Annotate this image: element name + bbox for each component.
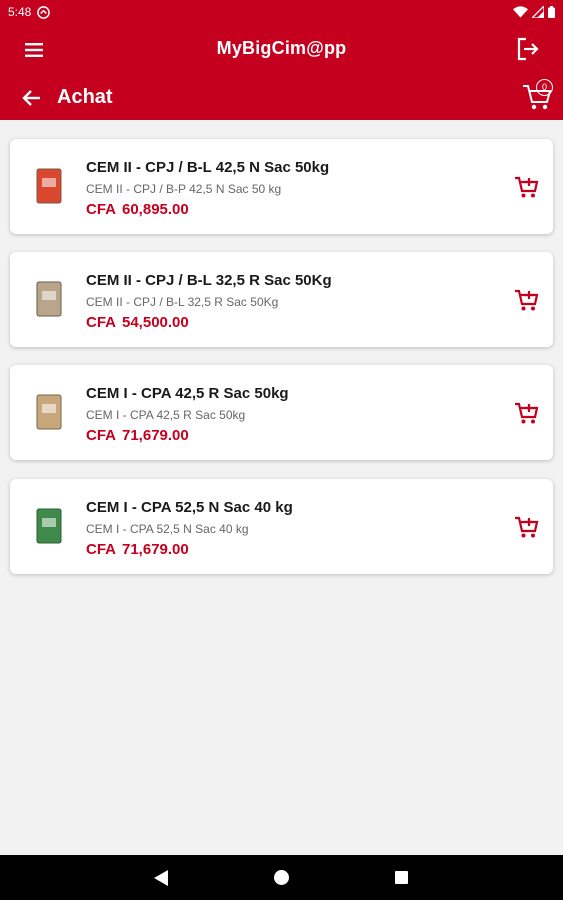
add-to-cart-icon[interactable] xyxy=(514,288,540,312)
back-arrow-icon[interactable] xyxy=(20,86,44,110)
product-card[interactable]: CEM II - CPJ / B-L 42,5 N Sac 50kg CEM I… xyxy=(10,139,553,234)
nav-recents-icon[interactable] xyxy=(395,871,408,884)
product-name: CEM II - CPJ / B-L 32,5 R Sac 50Kg xyxy=(86,272,332,289)
status-bar: 5:48 xyxy=(0,0,563,24)
product-name: CEM I - CPA 52,5 N Sac 40 kg xyxy=(86,499,293,516)
price-value: 71,679.00 xyxy=(122,427,189,444)
product-price: CFA 60,895.00 xyxy=(86,201,189,218)
battery-icon xyxy=(548,6,555,18)
price-currency: CFA xyxy=(86,541,116,558)
price-currency: CFA xyxy=(86,201,116,218)
product-description: CEM II - CPJ / B-P 42,5 N Sac 50 kg xyxy=(86,182,282,196)
price-currency: CFA xyxy=(86,314,116,331)
product-description: CEM II - CPJ / B-L 32,5 R Sac 50Kg xyxy=(86,295,279,309)
logout-icon[interactable] xyxy=(515,36,541,62)
product-card[interactable]: CEM I - CPA 52,5 N Sac 40 kg CEM I - CPA… xyxy=(10,479,553,574)
price-value: 54,500.00 xyxy=(122,314,189,331)
product-name: CEM I - CPA 42,5 R Sac 50kg xyxy=(86,385,289,402)
cart-count-badge: 0 xyxy=(536,79,553,96)
product-bag-icon xyxy=(36,168,62,204)
system-nav-bar xyxy=(0,855,563,900)
product-price: CFA 71,679.00 xyxy=(86,427,189,444)
signal-icon xyxy=(532,6,544,18)
nav-back-icon[interactable] xyxy=(153,869,169,887)
add-to-cart-icon[interactable] xyxy=(514,515,540,539)
product-card[interactable]: CEM I - CPA 42,5 R Sac 50kg CEM I - CPA … xyxy=(10,365,553,460)
price-value: 71,679.00 xyxy=(122,541,189,558)
nav-home-icon[interactable] xyxy=(274,870,289,885)
add-to-cart-icon[interactable] xyxy=(514,175,540,199)
page-title: Achat xyxy=(57,86,113,108)
app-title: MyBigCim@pp xyxy=(216,38,347,58)
status-time: 5:48 xyxy=(8,5,32,19)
toolbar-top: MyBigCim@pp xyxy=(0,24,563,76)
product-description: CEM I - CPA 42,5 R Sac 50kg xyxy=(86,408,246,422)
product-description: CEM I - CPA 52,5 N Sac 40 kg xyxy=(86,522,249,536)
toolbar-bottom: Achat 0 xyxy=(0,76,563,120)
sync-icon xyxy=(37,5,51,19)
add-to-cart-icon[interactable] xyxy=(514,401,540,425)
wifi-icon xyxy=(513,6,528,18)
product-bag-icon xyxy=(36,394,62,430)
price-currency: CFA xyxy=(86,427,116,444)
product-price: CFA 71,679.00 xyxy=(86,541,189,558)
product-price: CFA 54,500.00 xyxy=(86,314,189,331)
product-bag-icon xyxy=(36,281,62,317)
product-bag-icon xyxy=(36,508,62,544)
product-name: CEM II - CPJ / B-L 42,5 N Sac 50kg xyxy=(86,159,330,176)
price-value: 60,895.00 xyxy=(122,201,189,218)
product-card[interactable]: CEM II - CPJ / B-L 32,5 R Sac 50Kg CEM I… xyxy=(10,252,553,347)
app-bar: MyBigCim@pp Achat 0 xyxy=(0,24,563,120)
